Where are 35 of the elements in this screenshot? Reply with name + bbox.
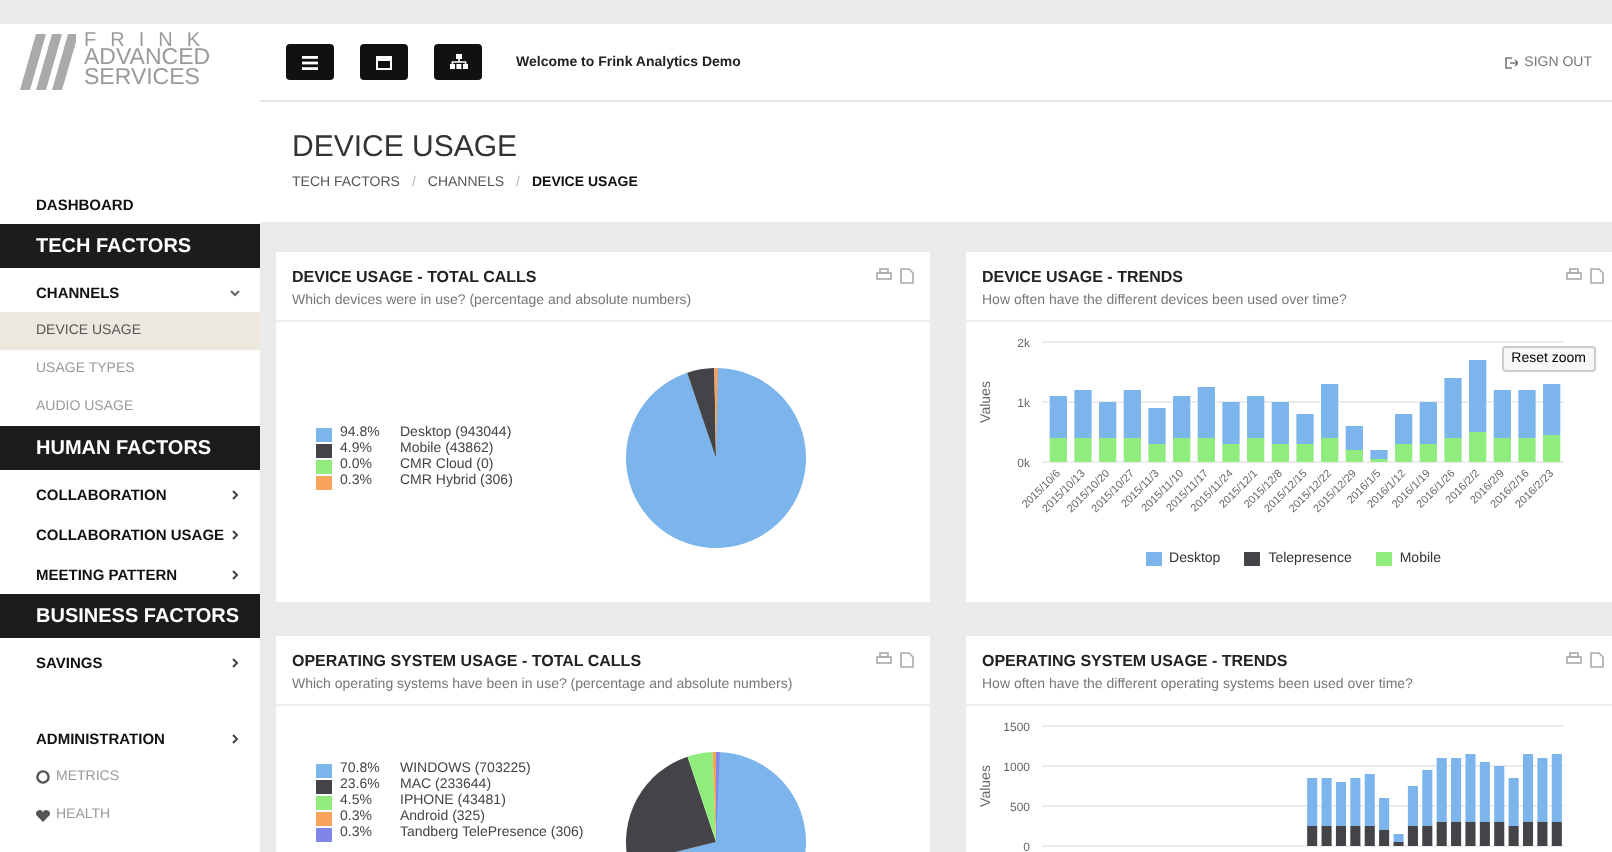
chevron-right-icon <box>230 657 240 667</box>
page-title: DEVICE USAGE <box>292 130 520 164</box>
logo-stripes-drawing <box>16 34 76 90</box>
section-header: TECH FACTORS <box>0 224 260 268</box>
card-title: OPERATING SYSTEM USAGE - TOTAL CALLS <box>292 652 644 670</box>
sitemap-icon <box>449 54 467 70</box>
print-icon[interactable] <box>876 652 892 666</box>
chevron-right-icon <box>230 529 240 539</box>
logo-text: FRINK <box>84 33 214 51</box>
menu-icon <box>302 55 318 69</box>
print-icon[interactable] <box>1566 268 1582 282</box>
calendar-icon <box>376 54 392 70</box>
document-icon[interactable] <box>900 268 914 284</box>
card-title: DEVICE USAGE - TRENDS <box>982 268 1185 286</box>
toolbar-button[interactable] <box>286 44 334 80</box>
section-header: HUMAN FACTORS <box>0 426 260 470</box>
print-icon[interactable] <box>876 268 892 282</box>
card-title: DEVICE USAGE - TOTAL CALLS <box>292 268 539 286</box>
chevron-right-icon <box>230 489 240 499</box>
card-title: OPERATING SYSTEM USAGE - TRENDS <box>982 652 1290 670</box>
section-header: BUSINESS FACTORS <box>0 594 260 638</box>
toolbar-button[interactable] <box>434 44 482 80</box>
sign-out-icon <box>1504 55 1519 69</box>
document-icon[interactable] <box>1590 268 1604 284</box>
heart-icon <box>36 809 50 821</box>
logo-text: SERVICES <box>84 70 202 91</box>
chevron-down-icon <box>230 287 240 297</box>
chevron-right-icon <box>230 569 240 579</box>
logo-text: ADVANCED <box>84 50 213 71</box>
toolbar-button[interactable] <box>360 44 408 80</box>
gauge-icon <box>36 770 50 784</box>
print-icon[interactable] <box>1566 652 1582 666</box>
chevron-right-icon <box>230 733 240 743</box>
document-icon[interactable] <box>1590 652 1604 668</box>
document-icon[interactable] <box>900 652 914 668</box>
